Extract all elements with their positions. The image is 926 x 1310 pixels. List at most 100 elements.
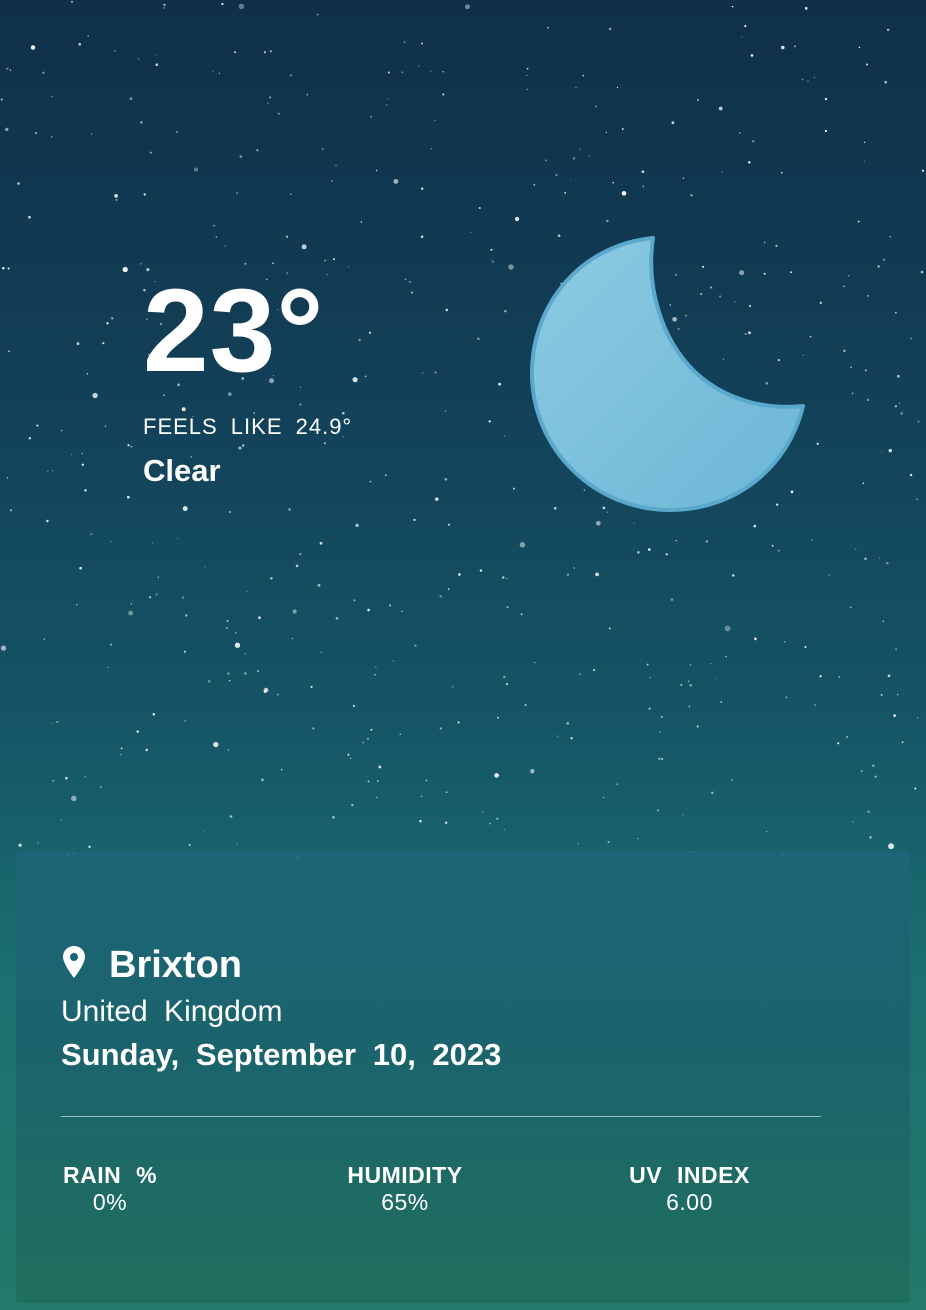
star (392, 660, 395, 662)
star (766, 831, 768, 833)
star (851, 392, 854, 394)
star (8, 350, 11, 353)
star (228, 679, 231, 682)
star (376, 796, 378, 799)
star (104, 425, 107, 427)
star (458, 573, 461, 576)
star (306, 93, 309, 96)
star (401, 71, 404, 74)
star (533, 183, 536, 186)
star (530, 768, 535, 774)
star (213, 741, 219, 748)
star (506, 606, 509, 609)
star (28, 215, 31, 219)
star (502, 576, 505, 579)
star (504, 309, 507, 313)
star (256, 149, 259, 152)
star (878, 557, 880, 559)
star (496, 817, 499, 820)
star (152, 542, 154, 544)
star (744, 25, 747, 28)
star (137, 58, 140, 60)
star (649, 676, 651, 679)
star (680, 683, 683, 686)
star (90, 133, 93, 135)
star (6, 477, 9, 479)
star (492, 261, 494, 263)
star (434, 119, 436, 121)
star (888, 448, 892, 453)
star (289, 74, 293, 77)
star (860, 770, 863, 773)
star (857, 220, 860, 223)
star (42, 71, 45, 74)
star (899, 402, 901, 404)
star (886, 561, 889, 565)
star (420, 235, 424, 239)
star (430, 148, 433, 150)
star (203, 831, 205, 833)
star (234, 51, 237, 54)
star (470, 231, 472, 233)
star (705, 540, 708, 543)
star (439, 727, 442, 730)
star (236, 843, 238, 846)
star (149, 151, 152, 154)
star (867, 810, 870, 814)
star (212, 70, 214, 73)
star (524, 703, 527, 707)
star (292, 609, 297, 614)
star (227, 749, 230, 751)
star (310, 685, 313, 688)
star (84, 776, 86, 778)
star (335, 616, 339, 620)
star (109, 643, 113, 646)
star (682, 814, 684, 816)
star (128, 610, 133, 616)
star (777, 549, 780, 552)
star (291, 638, 294, 640)
divider (61, 1116, 821, 1117)
star (731, 779, 734, 781)
star (804, 7, 808, 10)
uv-index-stat: UV INDEX 6.00 (627, 1164, 752, 1214)
star (901, 741, 904, 744)
star (917, 717, 919, 719)
star (512, 487, 516, 490)
star (36, 424, 39, 427)
star (46, 519, 49, 523)
star (43, 638, 45, 640)
star (280, 769, 283, 771)
star (92, 392, 98, 399)
star (212, 224, 216, 228)
star (447, 523, 451, 526)
star (204, 566, 206, 568)
star (238, 3, 245, 10)
star (130, 603, 133, 605)
star (349, 757, 352, 759)
star (547, 26, 549, 29)
star (155, 54, 157, 56)
star (414, 644, 417, 647)
star (176, 131, 178, 133)
star (239, 155, 243, 158)
city-name: Brixton (109, 944, 242, 986)
star (88, 845, 91, 849)
star (246, 591, 248, 593)
star (78, 42, 82, 46)
star (785, 696, 788, 699)
star (491, 259, 493, 261)
star (76, 604, 78, 606)
star (852, 821, 854, 823)
star (331, 180, 333, 182)
location-pin-icon (63, 946, 85, 978)
star (752, 140, 755, 143)
star (81, 452, 84, 455)
star (184, 720, 186, 722)
star (514, 216, 520, 222)
star (87, 35, 90, 38)
star (731, 5, 734, 8)
star (152, 712, 156, 716)
star (895, 312, 897, 314)
star (696, 99, 699, 101)
